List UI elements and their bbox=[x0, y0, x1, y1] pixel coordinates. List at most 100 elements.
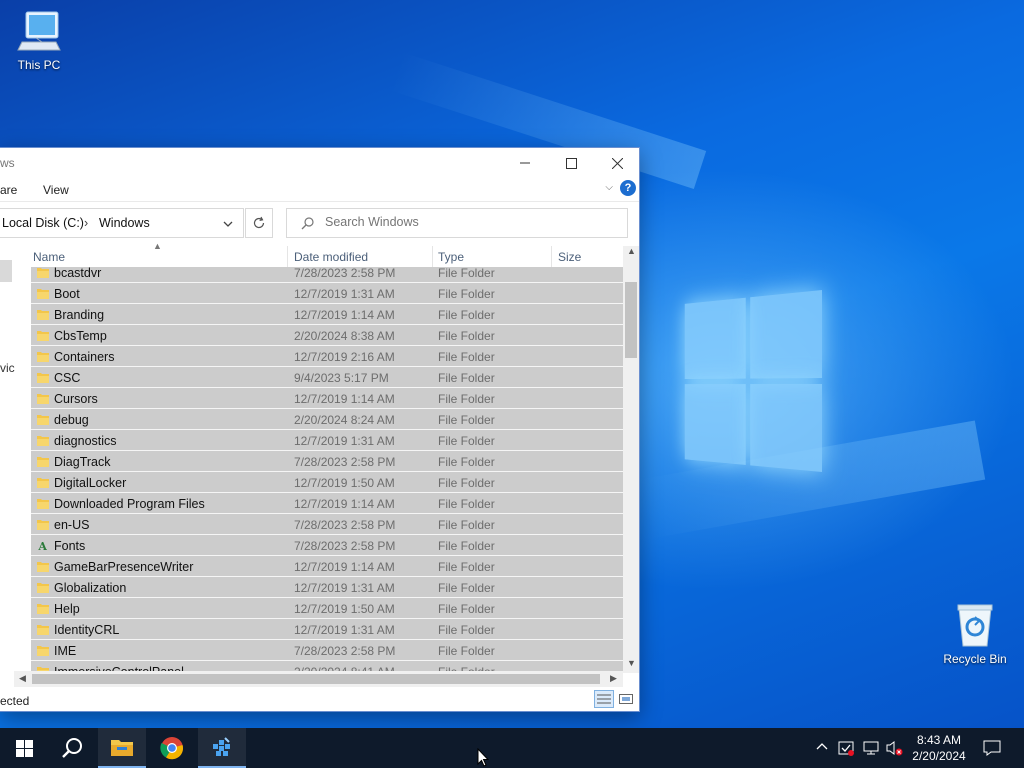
horizontal-scroll-thumb[interactable] bbox=[32, 674, 600, 684]
file-row[interactable]: DiagTrack 7/28/2023 2:58 PM File Folder bbox=[31, 451, 623, 472]
large-icons-view-icon bbox=[619, 694, 633, 704]
notification-icon[interactable] bbox=[983, 740, 1001, 756]
file-row[interactable]: diagnostics 12/7/2019 1:31 AM File Folder bbox=[31, 430, 623, 451]
this-pc-icon bbox=[17, 11, 61, 51]
navigation-pane-item-label[interactable]: vic bbox=[0, 361, 15, 375]
minimize-button[interactable] bbox=[502, 148, 548, 178]
network-icon[interactable] bbox=[862, 740, 880, 756]
vertical-scroll-thumb[interactable] bbox=[625, 282, 637, 358]
scroll-right-icon[interactable]: ▶ bbox=[610, 673, 617, 684]
file-row[interactable]: A Fonts 7/28/2023 2:58 PM File Folder bbox=[31, 535, 623, 556]
folder-icon bbox=[37, 646, 49, 656]
file-row[interactable]: debug 2/20/2024 8:24 AM File Folder bbox=[31, 409, 623, 430]
taskbar-file-explorer[interactable] bbox=[98, 728, 146, 768]
folder-icon bbox=[37, 352, 49, 362]
breadcrumb-local-disk[interactable]: Local Disk (C:) bbox=[2, 216, 84, 230]
file-row[interactable]: GameBarPresenceWriter 12/7/2019 1:14 AM Fi… bbox=[31, 556, 623, 577]
close-button[interactable] bbox=[594, 148, 640, 178]
column-divider[interactable] bbox=[432, 246, 433, 268]
column-header-size[interactable]: Size bbox=[558, 250, 581, 264]
desktop-icon-label: This PC bbox=[17, 58, 61, 72]
file-name: IdentityCRL bbox=[54, 623, 120, 637]
file-row[interactable]: Boot 12/7/2019 1:31 AM File Folder bbox=[31, 283, 623, 304]
desktop-icon-this-pc[interactable]: This PC bbox=[1, 10, 77, 72]
title-bar[interactable]: ws bbox=[0, 148, 639, 178]
file-date-modified: 12/7/2019 1:14 AM bbox=[294, 392, 395, 406]
file-type: File Folder bbox=[438, 539, 495, 553]
address-bar[interactable]: Local Disk (C:) › Windows bbox=[0, 208, 244, 238]
file-date-modified: 12/7/2019 1:31 AM bbox=[294, 287, 395, 301]
file-row[interactable]: bcastdvr 7/28/2023 2:58 PM File Folder bbox=[31, 267, 623, 283]
start-button[interactable] bbox=[0, 728, 48, 768]
clock-time: 8:43 AM bbox=[916, 733, 962, 747]
folder-icon bbox=[37, 583, 49, 593]
details-view-button[interactable] bbox=[594, 690, 614, 708]
maximize-button[interactable] bbox=[548, 148, 594, 178]
column-divider[interactable] bbox=[551, 246, 552, 268]
file-row[interactable]: Downloaded Program Files 12/7/2019 1:14 A… bbox=[31, 493, 623, 514]
horizontal-scrollbar[interactable]: ◀ ▶ bbox=[14, 671, 623, 687]
file-row[interactable]: Cursors 12/7/2019 1:14 AM File Folder bbox=[31, 388, 623, 409]
tab-view[interactable]: View bbox=[43, 183, 69, 197]
file-row[interactable]: Help 12/7/2019 1:50 AM File Folder bbox=[31, 598, 623, 619]
file-name: DigitalLocker bbox=[54, 476, 127, 490]
folder-icon bbox=[37, 310, 49, 320]
scroll-down-icon[interactable]: ▼ bbox=[627, 658, 636, 668]
column-header-type[interactable]: Type bbox=[438, 250, 464, 264]
recycle-bin-icon bbox=[957, 604, 993, 647]
file-row[interactable]: DigitalLocker 12/7/2019 1:50 AM File Folde… bbox=[31, 472, 623, 493]
desktop-icon-recycle-bin[interactable]: Recycle Bin bbox=[937, 602, 1013, 666]
scroll-up-icon[interactable]: ▲ bbox=[627, 246, 636, 256]
security-icon[interactable] bbox=[838, 740, 854, 756]
minimize-icon bbox=[520, 162, 530, 164]
column-divider[interactable] bbox=[287, 246, 288, 268]
chevron-down-icon[interactable] bbox=[223, 221, 233, 228]
file-row[interactable]: Globalization 12/7/2019 1:31 AM File Folde… bbox=[31, 577, 623, 598]
file-date-modified: 12/7/2019 1:14 AM bbox=[294, 560, 395, 574]
column-header-date[interactable]: Date modified bbox=[294, 250, 368, 264]
taskbar-search-button[interactable] bbox=[48, 728, 96, 768]
search-box[interactable] bbox=[286, 208, 628, 238]
details-view-icon bbox=[597, 694, 611, 704]
file-row[interactable]: IME 7/28/2023 2:58 PM File Folder bbox=[31, 640, 623, 661]
search-input[interactable] bbox=[325, 215, 615, 229]
refresh-button[interactable] bbox=[245, 208, 273, 238]
taskbar-app[interactable] bbox=[198, 728, 246, 768]
status-bar: ected bbox=[0, 688, 639, 712]
chevron-up-icon[interactable] bbox=[816, 742, 828, 750]
vertical-scrollbar[interactable]: ▲ ▼ bbox=[623, 246, 639, 673]
folder-icon bbox=[37, 373, 49, 383]
file-date-modified: 2/20/2024 8:38 AM bbox=[294, 329, 395, 343]
file-row[interactable]: Branding 12/7/2019 1:14 AM File Folder bbox=[31, 304, 623, 325]
folder-icon bbox=[37, 268, 49, 278]
large-icons-view-button[interactable] bbox=[616, 690, 636, 708]
file-name: CSC bbox=[54, 371, 81, 385]
sort-ascending-icon: ▲ bbox=[153, 241, 162, 251]
file-type: File Folder bbox=[438, 308, 495, 322]
chevron-down-icon[interactable]: ⌵ bbox=[605, 182, 613, 193]
file-row[interactable]: Containers 12/7/2019 2:16 AM File Folder bbox=[31, 346, 623, 367]
file-date-modified: 2/20/2024 8:24 AM bbox=[294, 413, 395, 427]
taskbar-chrome[interactable] bbox=[148, 728, 196, 768]
file-name: Globalization bbox=[54, 581, 127, 595]
file-row[interactable]: IdentityCRL 12/7/2019 1:31 AM File Folder bbox=[31, 619, 623, 640]
taskbar-clock[interactable]: 8:43 AM 2/20/2024 bbox=[900, 732, 978, 764]
file-date-modified: 7/28/2023 2:58 PM bbox=[294, 267, 396, 280]
file-name: Boot bbox=[54, 287, 80, 301]
column-header-name[interactable]: Name bbox=[33, 250, 65, 264]
file-type: File Folder bbox=[438, 371, 495, 385]
file-type: File Folder bbox=[438, 455, 495, 469]
file-row[interactable]: CSC 9/4/2023 5:17 PM File Folder bbox=[31, 367, 623, 388]
breadcrumb-windows[interactable]: Windows bbox=[99, 216, 150, 230]
start-icon bbox=[15, 739, 33, 757]
file-row[interactable]: CbsTemp 2/20/2024 8:38 AM File Folder bbox=[31, 325, 623, 346]
scroll-left-icon[interactable]: ◀ bbox=[19, 673, 26, 684]
navigation-pane-selected-item[interactable] bbox=[0, 260, 12, 282]
file-row[interactable]: en-US 7/28/2023 2:58 PM File Folder bbox=[31, 514, 623, 535]
tab-share[interactable]: are bbox=[0, 183, 17, 197]
column-headers: ▲ Name Date modified Type Size bbox=[31, 241, 623, 268]
file-name: Fonts bbox=[54, 539, 86, 553]
address-row: Local Disk (C:) › Windows bbox=[0, 202, 639, 246]
file-type: File Folder bbox=[438, 623, 495, 637]
help-icon[interactable]: ? bbox=[620, 180, 636, 196]
